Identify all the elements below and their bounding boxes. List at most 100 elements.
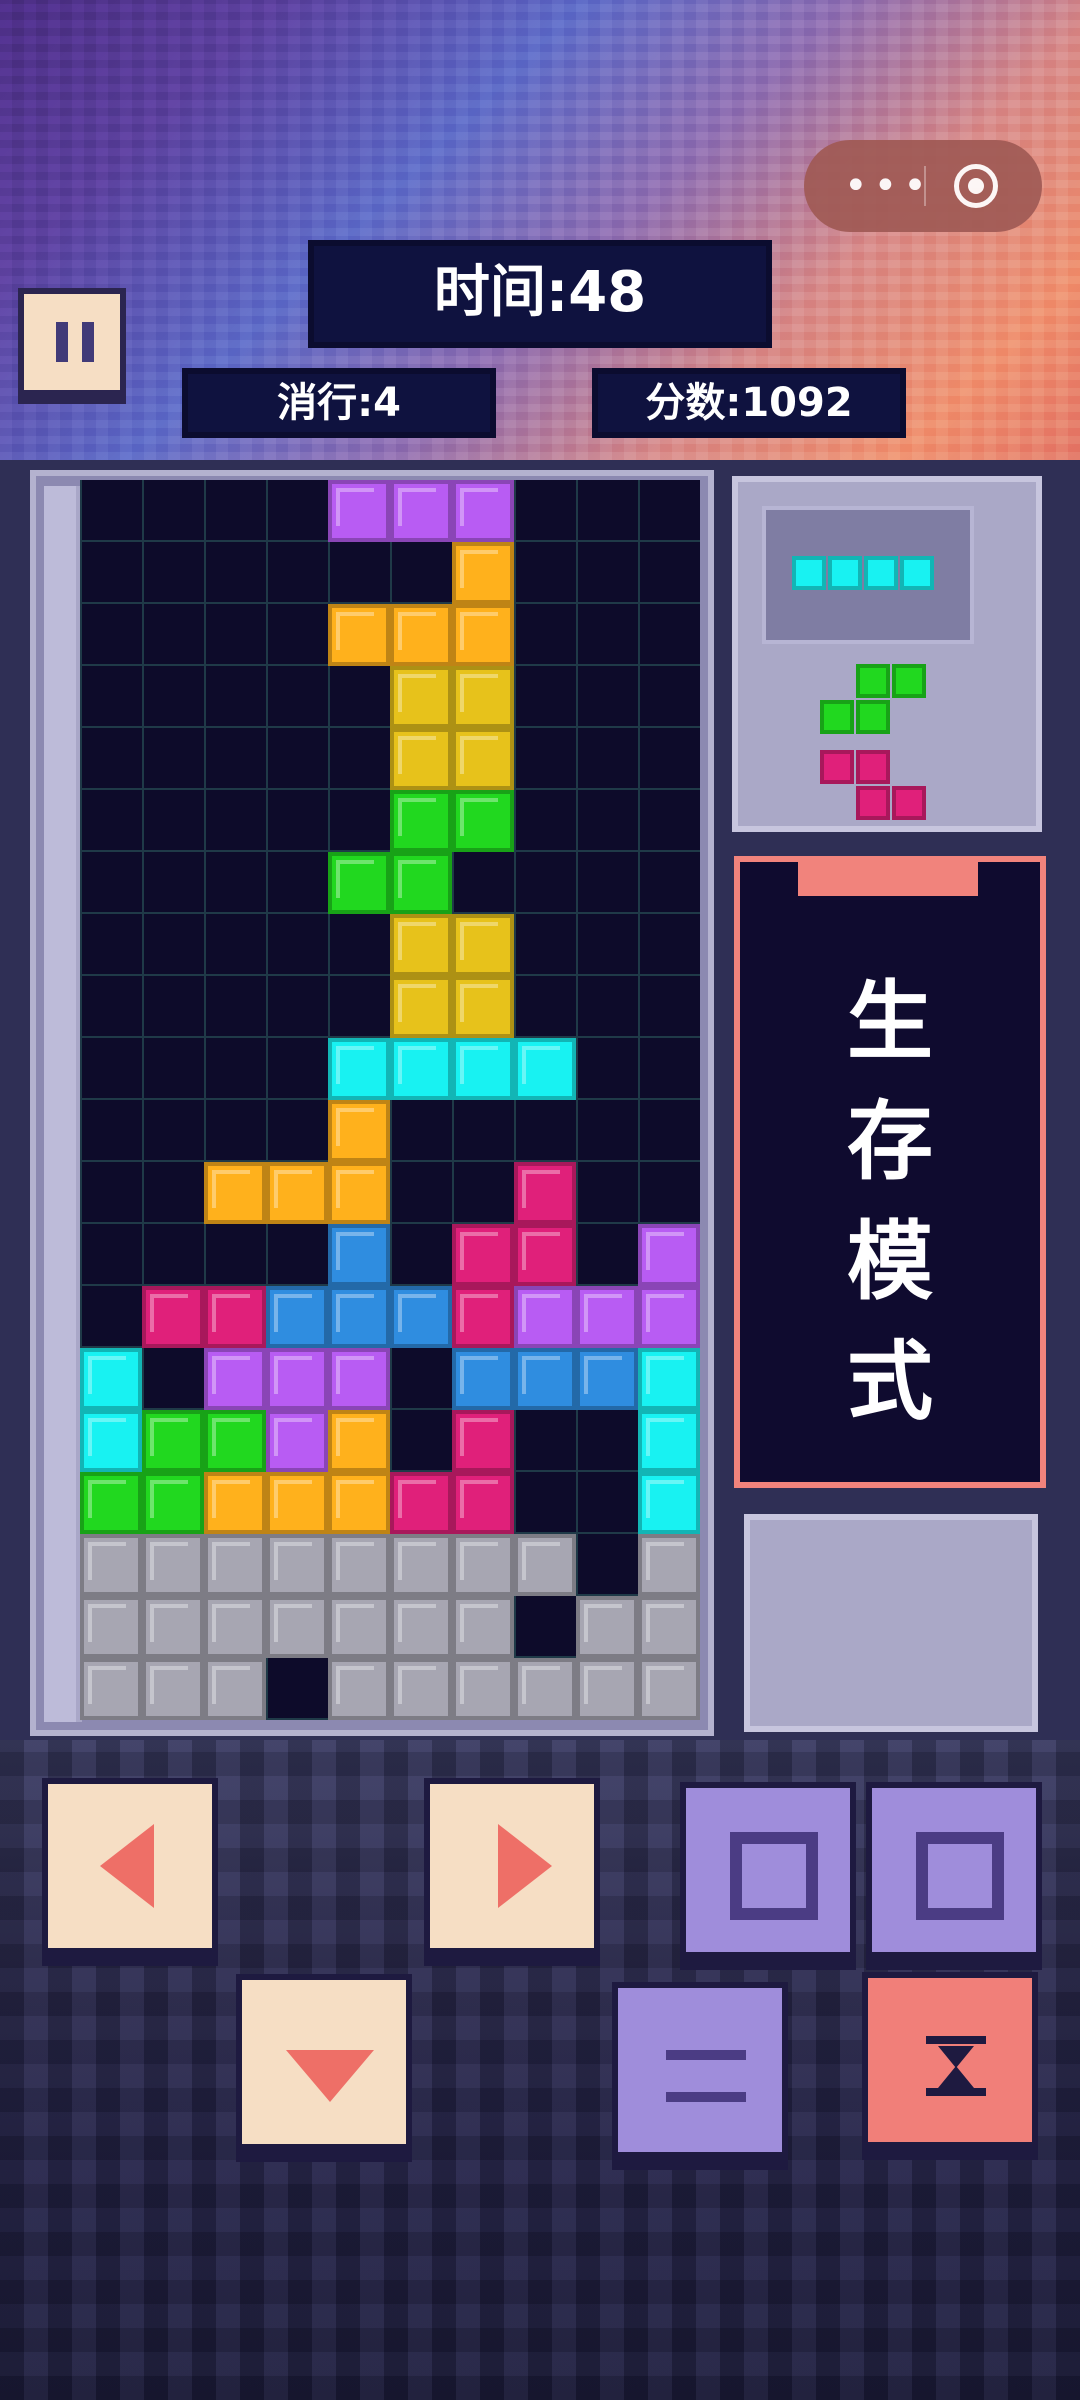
board-side-rail [44, 486, 82, 1722]
board-block [452, 1348, 514, 1410]
hourglass-icon [926, 2036, 986, 2096]
next-i-block [900, 556, 934, 590]
board-block [576, 1658, 638, 1720]
pause-bar-right [82, 322, 94, 362]
board-block [328, 1348, 390, 1410]
lines-cleared: 消行:4 [182, 368, 496, 438]
board-block [514, 1286, 576, 1348]
board-block [204, 1348, 266, 1410]
board-block [328, 1100, 390, 1162]
board-block [452, 666, 514, 728]
next-s-block [856, 664, 890, 698]
board-block [452, 542, 514, 604]
next-z-block [856, 750, 890, 784]
board-block [452, 1410, 514, 1472]
board-block [514, 1534, 576, 1596]
swap-icon-line-top [666, 2050, 746, 2060]
left-arrow-icon [100, 1824, 154, 1908]
mode-panel: 生 存 模 式 [734, 856, 1046, 1488]
board-block [514, 1224, 576, 1286]
board-block [204, 1410, 266, 1472]
board-block [452, 790, 514, 852]
board-block [638, 1534, 700, 1596]
move-left-button[interactable] [42, 1778, 218, 1954]
board-block [266, 1596, 328, 1658]
board-block [452, 914, 514, 976]
board-block [266, 1348, 328, 1410]
board-block [638, 1348, 700, 1410]
mini-program-capsule[interactable]: ••• [804, 140, 1042, 232]
board-block [514, 1348, 576, 1410]
pause-bar-left [56, 322, 68, 362]
next-i-block [792, 556, 826, 590]
board-block [452, 976, 514, 1038]
board-block [390, 666, 452, 728]
board-block [452, 728, 514, 790]
rotate-cw-icon [916, 1832, 1004, 1920]
board-block [204, 1534, 266, 1596]
board-block [390, 1472, 452, 1534]
mode-char-4: 式 [847, 1332, 933, 1432]
board-block [80, 1348, 142, 1410]
board-block [80, 1410, 142, 1472]
board-block [638, 1286, 700, 1348]
mode-panel-tab [798, 862, 978, 896]
board-block [328, 604, 390, 666]
board-block [390, 1038, 452, 1100]
board-block [390, 790, 452, 852]
board-block [204, 1162, 266, 1224]
board-block [514, 1162, 576, 1224]
board-block [80, 1472, 142, 1534]
rotate-left-button[interactable] [680, 1782, 856, 1958]
board-block [576, 1596, 638, 1658]
next-z-block [856, 786, 890, 820]
close-miniprogram-icon[interactable] [954, 164, 998, 208]
board-block [390, 1658, 452, 1720]
next-s-block [820, 700, 854, 734]
board-block [142, 1534, 204, 1596]
swap-button[interactable] [612, 1982, 788, 2158]
board-block [390, 976, 452, 1038]
board-block [390, 1596, 452, 1658]
board-block [328, 1534, 390, 1596]
board-block [452, 480, 514, 542]
pause-button[interactable] [18, 288, 126, 396]
board-block [204, 1658, 266, 1720]
board-block [328, 852, 390, 914]
mode-char-2: 存 [847, 1092, 933, 1192]
mode-title: 生 存 模 式 [740, 962, 1040, 1442]
board-block [638, 1472, 700, 1534]
soft-drop-button[interactable] [236, 1974, 412, 2150]
playfield[interactable] [80, 480, 700, 1720]
next-s-block [892, 664, 926, 698]
board-block [328, 1224, 390, 1286]
board-block [390, 1286, 452, 1348]
board-block [266, 1534, 328, 1596]
board-block [638, 1224, 700, 1286]
rotate-right-button[interactable] [866, 1782, 1042, 1958]
next-z-block [820, 750, 854, 784]
more-menu-icon[interactable]: ••• [844, 160, 928, 212]
board-block [390, 480, 452, 542]
board-block [266, 1162, 328, 1224]
board-block [328, 1472, 390, 1534]
board-block [576, 1286, 638, 1348]
board-block [390, 1534, 452, 1596]
board-block [328, 1162, 390, 1224]
board-block [638, 1596, 700, 1658]
hard-drop-button[interactable] [862, 1972, 1038, 2148]
board-block [266, 1410, 328, 1472]
board-block [452, 604, 514, 666]
board-block [142, 1286, 204, 1348]
board-block [142, 1410, 204, 1472]
board-block [328, 1658, 390, 1720]
board-block [328, 1596, 390, 1658]
next-z-block [892, 786, 926, 820]
board-block [576, 1348, 638, 1410]
move-right-button[interactable] [424, 1778, 600, 1954]
board-block [390, 604, 452, 666]
board-block [328, 1410, 390, 1472]
next-i-block [864, 556, 898, 590]
board-block [390, 728, 452, 790]
board-block [266, 1472, 328, 1534]
